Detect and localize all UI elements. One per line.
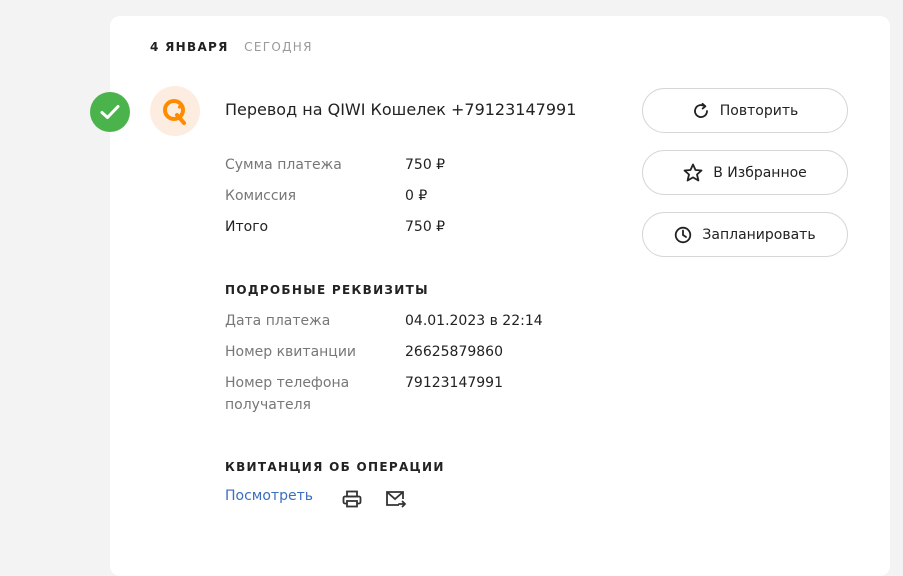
- today-label: СЕГОДНЯ: [244, 40, 313, 54]
- summary-label: Сумма платежа: [225, 157, 342, 173]
- date-header: 4 ЯНВАРЯ СЕГОДНЯ: [150, 40, 313, 54]
- repeat-icon: [692, 102, 710, 120]
- summary-value: 750 ₽: [405, 157, 446, 173]
- details-label: Дата платежа: [225, 313, 331, 329]
- qiwi-logo-icon: [150, 86, 200, 136]
- details-heading: ПОДРОБНЫЕ РЕКВИЗИТЫ: [225, 283, 429, 297]
- favorites-button-label: В Избранное: [713, 164, 807, 181]
- add-to-favorites-button[interactable]: В Избранное: [642, 150, 848, 195]
- summary-label: Итого: [225, 219, 269, 235]
- operation-card: 4 ЯНВАРЯ СЕГОДНЯ Перевод на QIWI Кошелек…: [90, 16, 890, 576]
- summary-value: 0 ₽: [405, 188, 428, 204]
- schedule-button[interactable]: Запланировать: [642, 212, 848, 257]
- check-icon: [90, 92, 130, 132]
- repeat-button-label: Повторить: [719, 102, 799, 119]
- schedule-button-label: Запланировать: [702, 226, 816, 243]
- details-value: 04.01.2023 в 22:14: [405, 313, 543, 329]
- details-label: Номер квитанции: [225, 344, 357, 360]
- operation-date: 4 ЯНВАРЯ: [150, 40, 229, 54]
- send-email-icon[interactable]: [385, 490, 407, 512]
- print-icon[interactable]: [342, 490, 362, 512]
- clock-icon: [674, 226, 692, 244]
- star-icon: [683, 163, 703, 182]
- summary-value: 750 ₽: [405, 219, 446, 235]
- details-label: Номер телефона получателя: [225, 375, 350, 413]
- repeat-button[interactable]: Повторить: [642, 88, 848, 133]
- view-receipt-link[interactable]: Посмотреть: [225, 488, 313, 504]
- details-value: 26625879860: [405, 344, 503, 360]
- operation-title: Перевод на QIWI Кошелек +79123147991: [225, 100, 577, 119]
- details-value: 79123147991: [405, 375, 503, 391]
- summary-label: Комиссия: [225, 188, 297, 204]
- receipt-heading: КВИТАНЦИЯ ОБ ОПЕРАЦИИ: [225, 460, 445, 474]
